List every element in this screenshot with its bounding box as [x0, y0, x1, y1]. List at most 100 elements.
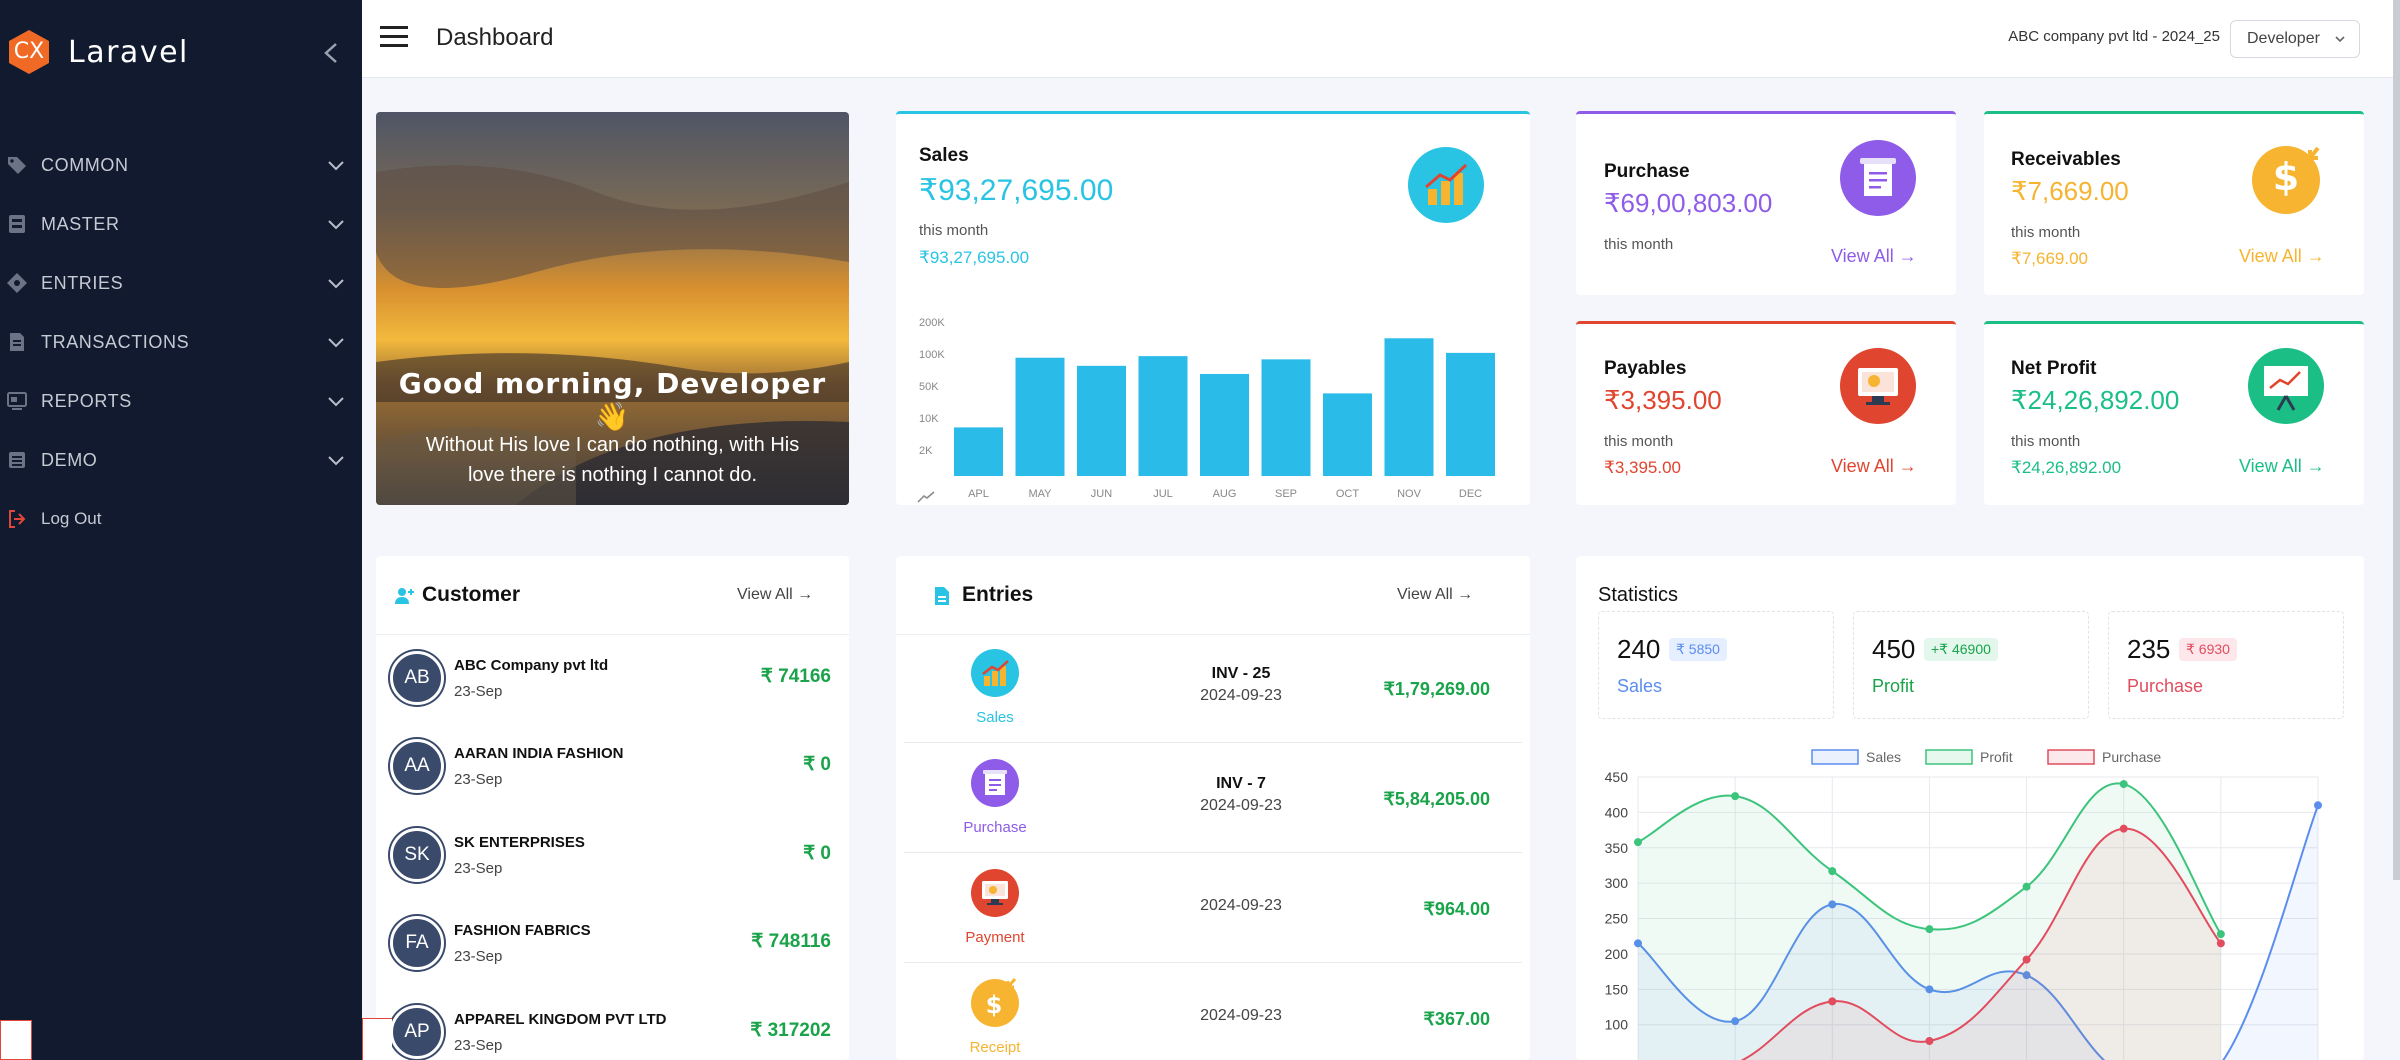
stat-label: Profit [1872, 676, 1915, 696]
customer-title: Customer [422, 583, 521, 606]
sidebar-item-transactions[interactable]: TRANSACTIONS [0, 322, 362, 362]
legend-swatch [2047, 749, 2095, 765]
sidebar-item-logout[interactable]: Log Out [0, 499, 362, 539]
customer-card: Customer View All → AB ABC Company pvt l… [376, 556, 849, 1060]
payables-period-amount: ₹3,395.00 [1604, 458, 1681, 477]
x-tick-label: DEC [1459, 488, 1482, 500]
y-tick-label: 2K [919, 445, 933, 457]
monitor-payment-icon [1840, 348, 1916, 424]
entry-type: Sales [976, 709, 1014, 726]
brand[interactable]: CX Laravel [6, 26, 189, 78]
sidebar-item-demo[interactable]: DEMO [0, 440, 362, 480]
role-dropdown[interactable]: Developer [2230, 20, 2360, 58]
stat-label: Sales [1617, 676, 1663, 696]
svg-text:$: $ [986, 991, 1003, 1019]
table-row[interactable]: $ Receipt 2024-09-23 ₹367.00 [904, 965, 1522, 1060]
sidebar-item-entries[interactable]: ENTRIES [0, 263, 362, 303]
customer-amount: ₹ 0 [803, 754, 831, 775]
stat-box-profit: 450 +₹ 46900 Profit [1853, 611, 2089, 719]
brand-name: Laravel [68, 34, 189, 70]
debugbar-toggle-icon[interactable] [362, 1018, 392, 1060]
sidebar-item-label: MASTER [41, 213, 120, 234]
purchase-period: this month [1604, 236, 1674, 253]
chevron-down-icon [328, 397, 344, 407]
file-icon [935, 587, 949, 605]
entry-type: Purchase [963, 819, 1027, 836]
list-item[interactable]: AA AARAN INDIA FASHION 23-Sep ₹ 0 [376, 723, 849, 811]
topbar: Dashboard ABC company pvt ltd - 2024_25 … [362, 0, 2400, 78]
table-row[interactable]: Purchase INV - 7 2024-09-23 ₹5,84,205.00 [904, 745, 1522, 853]
y-tick-label: 200 [1605, 946, 1629, 962]
stat-count: 240 [1617, 634, 1661, 664]
x-tick-label: OCT [1336, 488, 1360, 500]
net-profit-label: Net Profit [2011, 358, 2097, 379]
statistics-title: Statistics [1598, 584, 1679, 606]
customer-name: AARAN INDIA FASHION [454, 745, 624, 762]
y-tick-label: 400 [1605, 804, 1629, 820]
data-point [1828, 867, 1837, 876]
bar [1384, 338, 1434, 476]
entry-amount: ₹1,79,269.00 [1383, 679, 1490, 699]
chevron-down-icon [2335, 36, 2345, 43]
trend-icon [917, 491, 935, 503]
legend-label: Purchase [2102, 749, 2161, 765]
entry-type: Receipt [969, 1039, 1021, 1056]
y-tick-label: 350 [1605, 840, 1629, 856]
sales-chart-icon [971, 649, 1019, 697]
y-tick-label: 10K [919, 413, 939, 425]
bar [954, 427, 1003, 476]
legend-swatch [1811, 749, 1859, 765]
x-tick-label: NOV [1397, 488, 1422, 500]
sidebar-item-label: Log Out [41, 509, 102, 528]
net-profit-view-all-link[interactable]: View All → [2239, 456, 2325, 477]
greeting-quote: Without His love I can do nothing, with … [425, 434, 800, 486]
bar [1077, 365, 1126, 476]
entry-amount: ₹367.00 [1423, 1009, 1490, 1029]
sidebar-item-label: TRANSACTIONS [41, 331, 190, 352]
purchase-view-all-link[interactable]: View All → [1831, 246, 1917, 267]
avatar: AP [390, 1005, 444, 1059]
table-row[interactable]: Payment 2024-09-23 ₹964.00 [904, 855, 1522, 963]
diamond-icon [7, 273, 27, 293]
menu-icon[interactable] [380, 24, 410, 50]
receivables-view-all-link[interactable]: View All → [2239, 246, 2325, 267]
data-point [1634, 838, 1642, 847]
list-item[interactable]: AB ABC Company pvt ltd 23-Sep ₹ 74166 [376, 635, 849, 723]
data-point [1731, 792, 1740, 801]
customer-date: 23-Sep [454, 948, 503, 965]
net-profit-card: Net Profit ₹24,26,892.00 this month ₹24,… [1984, 321, 2364, 505]
list-item[interactable]: SK SK ENTERPRISES 23-Sep ₹ 0 [376, 812, 849, 900]
collapse-sidebar-button[interactable] [318, 38, 344, 68]
database-icon [9, 215, 25, 233]
payables-card: Payables ₹3,395.00 this month ₹3,395.00 … [1576, 321, 1956, 505]
bar [1261, 359, 1311, 476]
entry-date: 2024-09-23 [1200, 897, 1282, 914]
entries-view-all-link[interactable]: View All → [1397, 586, 1473, 604]
data-point [1925, 1037, 1934, 1046]
page-scrollbar[interactable] [2393, 0, 2400, 880]
list-item[interactable]: FA FASHION FABRICS 23-Sep ₹ 748116 [376, 900, 849, 988]
y-tick-label: 200K [919, 317, 945, 329]
add-user-icon [395, 588, 414, 604]
stat-label: Purchase [2127, 676, 2204, 696]
sidebar-item-master[interactable]: MASTER [0, 204, 362, 244]
sidebar-item-label: DEMO [41, 449, 98, 470]
tag-icon [8, 157, 26, 174]
y-tick-label: 100 [1605, 1017, 1629, 1033]
entry-date: 2024-09-23 [1200, 797, 1282, 814]
receivables-amount: ₹7,669.00 [2011, 176, 2129, 206]
customer-amount: ₹ 317202 [750, 1020, 831, 1041]
payables-view-all-link[interactable]: View All → [1831, 456, 1917, 477]
bar [1446, 352, 1495, 476]
legend-label: Profit [1980, 749, 2013, 765]
sidebar-item-reports[interactable]: REPORTS [0, 381, 362, 421]
debugbar-icon[interactable] [0, 1020, 32, 1060]
receipt-icon [1840, 140, 1916, 216]
stat-badge: ₹ 5850 [1669, 638, 1727, 661]
table-row[interactable]: Sales INV - 25 2024-09-23 ₹1,79,269.00 [904, 635, 1522, 743]
customer-view-all-link[interactable]: View All → [737, 586, 813, 604]
list-item[interactable]: AP APPAREL KINGDOM PVT LTD 23-Sep ₹ 3172… [376, 989, 849, 1060]
sidebar-item-common[interactable]: COMMON [0, 145, 362, 185]
stat-count: 450 [1872, 634, 1916, 664]
sidebar-item-label: COMMON [41, 154, 129, 175]
